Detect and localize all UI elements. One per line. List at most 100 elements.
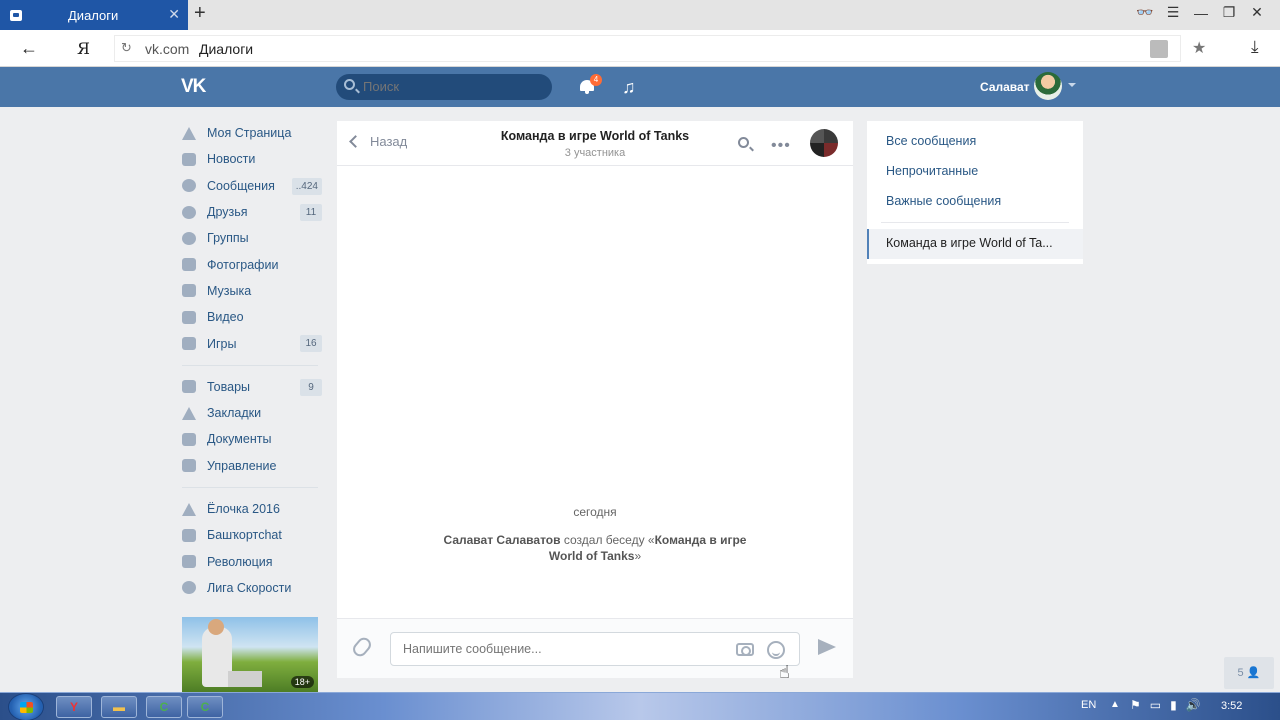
taskbar-explorer[interactable]: ▬ <box>101 696 137 718</box>
send-icon[interactable] <box>818 639 836 655</box>
reload-icon[interactable]: ↻ <box>121 40 132 56</box>
back-arrow-icon[interactable]: ← <box>20 38 38 59</box>
vk-favicon-icon <box>10 9 22 21</box>
glasses-icon[interactable]: 👓 <box>1136 4 1154 21</box>
sidebar-app-revolution[interactable]: Революция <box>180 548 322 574</box>
more-options-icon[interactable]: ••• <box>771 137 791 155</box>
volume-icon[interactable]: 🔊 <box>1186 698 1201 712</box>
home-icon <box>182 126 196 140</box>
promo-laptop-image <box>228 671 262 687</box>
service-author[interactable]: Салават Салаватов <box>444 533 561 547</box>
start-button[interactable] <box>8 693 44 720</box>
sidebar-item-messages[interactable]: Сообщения ..424 <box>180 173 322 199</box>
gamepad-icon <box>182 459 196 473</box>
browser-tab[interactable]: Диалоги ✕ <box>0 0 188 30</box>
taskbar-camtasia-recorder[interactable]: C <box>187 696 223 718</box>
camera-icon[interactable] <box>736 643 754 656</box>
avatar[interactable] <box>1034 72 1062 100</box>
sidebar-item-games[interactable]: Игры 16 <box>180 330 322 356</box>
minimize-icon[interactable]: — <box>1192 5 1210 21</box>
chevron-down-icon[interactable] <box>1068 83 1076 87</box>
system-tray: ⚑ ▭ ▮ 🔊 <box>1130 698 1201 712</box>
sidebar-item-groups[interactable]: Группы <box>180 225 322 251</box>
sidebar-app-yolochka[interactable]: Ёлочка 2016 <box>180 496 322 522</box>
search-icon[interactable] <box>738 137 749 148</box>
folder-icon: ▬ <box>113 700 125 714</box>
bookmark-star-icon[interactable]: ★ <box>1192 38 1206 58</box>
sidebar-item-video[interactable]: Видео <box>180 304 322 330</box>
protect-icon[interactable] <box>1150 40 1168 58</box>
chat-avatar[interactable] <box>810 129 838 157</box>
message-bubble-icon <box>182 179 196 193</box>
filter-all-messages[interactable]: Все сообщения <box>886 134 976 148</box>
online-count: 5 <box>1237 667 1244 679</box>
online-friends-widget[interactable]: 5 👤 <box>1224 657 1274 689</box>
left-sidebar: Моя Страница Новости Сообщения ..424 Дру… <box>180 120 322 601</box>
friend-icon <box>182 205 196 219</box>
monitor-icon[interactable]: ▭ <box>1150 698 1161 712</box>
flag-icon[interactable]: ⚑ <box>1130 698 1141 712</box>
music-icon[interactable]: ♫ <box>622 77 636 98</box>
active-chat-item[interactable]: Команда в игре World of Ta... <box>867 229 1083 259</box>
address-bar: ← Я ↻ vk.com Диалоги <box>0 30 1280 67</box>
sidebar-item-management[interactable]: Управление <box>180 453 322 479</box>
clock[interactable]: 3:52 <box>1221 700 1242 712</box>
taskbar-camtasia[interactable]: C <box>146 696 182 718</box>
shopping-bag-icon <box>182 380 196 394</box>
compose-area <box>337 618 853 678</box>
vk-header: VK <box>0 67 1280 107</box>
sidebar-item-bookmarks[interactable]: Закладки <box>180 400 322 426</box>
network-icon[interactable]: ▮ <box>1170 698 1177 712</box>
browser-tab-bar: Диалоги ✕ + 👓 ☰ — ❐ ✕ <box>0 0 1280 30</box>
notifications-badge: 4 <box>590 74 602 86</box>
message-text-field[interactable] <box>403 642 723 656</box>
sidebar-item-goods[interactable]: Товары 9 <box>180 374 322 400</box>
camtasia-recorder-icon: C <box>200 700 210 714</box>
restore-icon[interactable]: ❐ <box>1220 4 1238 21</box>
new-tab-icon[interactable]: + <box>194 2 206 25</box>
camtasia-icon: C <box>159 700 169 714</box>
window-controls: 👓 ☰ — ❐ ✕ <box>1136 4 1266 21</box>
menu-icon[interactable]: ☰ <box>1164 4 1182 21</box>
tab-close-icon[interactable]: ✕ <box>168 6 180 23</box>
age-rating-badge: 18+ <box>290 676 314 688</box>
sidebar-item-my-page[interactable]: Моя Страница <box>180 120 322 146</box>
url-field[interactable]: ↻ vk.com Диалоги <box>114 35 1181 62</box>
yandex-logo[interactable]: Я <box>77 39 90 58</box>
music-note-icon <box>182 284 196 298</box>
sidebar-item-friends[interactable]: Друзья 11 <box>180 199 322 225</box>
language-indicator[interactable]: EN <box>1081 699 1096 711</box>
sidebar-app-bashkortchat[interactable]: Башҡортchat <box>180 522 322 548</box>
filter-important[interactable]: Важные сообщения <box>886 194 1001 208</box>
url-path: Диалоги <box>199 41 254 57</box>
person-icon: 👤 <box>1246 667 1261 679</box>
promo-banner[interactable]: 18+ <box>182 617 318 692</box>
search-box[interactable] <box>336 74 552 100</box>
vk-logo[interactable]: VK <box>181 76 213 98</box>
camera-icon <box>182 258 196 272</box>
download-icon[interactable]: ⤓ <box>1251 37 1259 57</box>
gamepad-icon <box>182 337 196 351</box>
taskbar-yandex-browser[interactable]: Y <box>56 696 92 718</box>
dialog-filters: Все сообщения Непрочитанные Важные сообщ… <box>867 121 1083 264</box>
emoji-icon[interactable] <box>767 641 785 659</box>
message-history[interactable]: сегодня Салават Салаватов создал беседу … <box>337 166 853 618</box>
apps-grid-icon <box>182 555 196 569</box>
user-name[interactable]: Салават <box>980 80 1030 94</box>
sidebar-divider <box>182 364 318 366</box>
sidebar-item-photos[interactable]: Фотографии <box>180 251 322 277</box>
paperclip-icon[interactable] <box>350 634 374 660</box>
active-chat-label: Команда в игре World of Ta... <box>886 236 1053 250</box>
close-window-icon[interactable]: ✕ <box>1248 4 1266 21</box>
sidebar-app-speed-league[interactable]: Лига Скорости <box>180 575 322 601</box>
sidebar-item-news[interactable]: Новости <box>180 146 322 172</box>
filter-unread[interactable]: Непрочитанные <box>886 164 978 178</box>
day-separator: сегодня <box>573 505 617 519</box>
sidebar-item-music[interactable]: Музыка <box>180 278 322 304</box>
groups-icon <box>182 231 196 245</box>
message-input[interactable] <box>390 632 800 666</box>
search-input[interactable] <box>363 79 543 94</box>
tray-expand-icon[interactable]: ▲ <box>1110 699 1120 710</box>
tab-title: Диалоги <box>68 7 119 23</box>
sidebar-item-documents[interactable]: Документы <box>180 426 322 452</box>
